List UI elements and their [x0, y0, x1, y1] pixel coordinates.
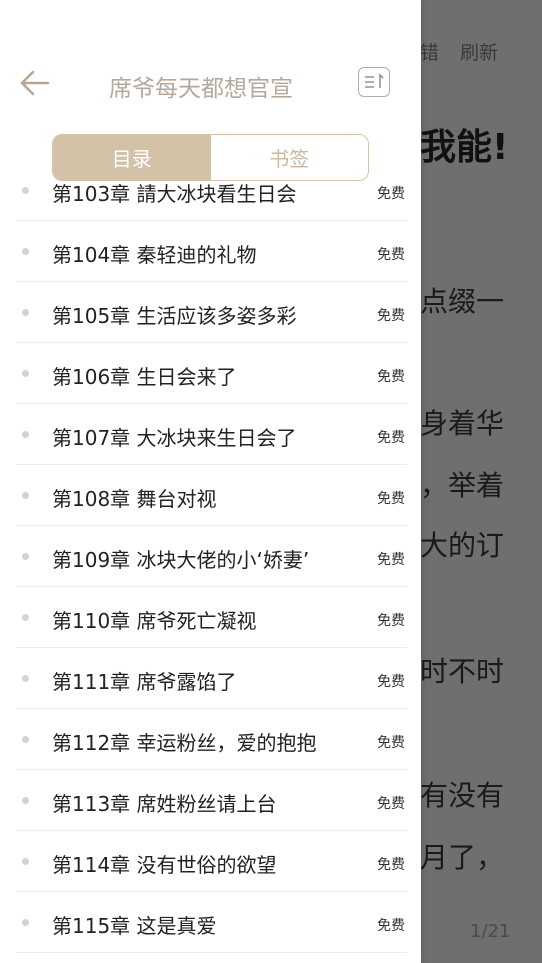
free-badge: 免费	[377, 552, 405, 568]
chapter-row[interactable]: 第104章 秦轻迪的礼物 免费	[16, 221, 407, 282]
chapter-title: 第115章 这是真爱	[52, 914, 217, 938]
chapter-row[interactable]: 第106章 生日会来了 免费	[16, 343, 407, 404]
tab-contents[interactable]: 目录	[53, 135, 211, 180]
chapter-list[interactable]: 第103章 請大冰块看生日会 免费 第104章 秦轻迪的礼物 免费 第105章 生活应该…	[16, 183, 407, 963]
chapter-row[interactable]: 第114章 没有世俗的欲望 免费	[16, 831, 407, 892]
chapter-row[interactable]: 第115章 这是真爱 免费	[16, 892, 407, 953]
reader-line: 有没有	[420, 779, 505, 812]
reader-line: 时不时	[420, 655, 505, 688]
chapter-title: 第108章 舞台对视	[52, 487, 217, 511]
bullet-dot-icon	[22, 675, 29, 682]
chapter-title: 第103章 請大冰块看生日会	[52, 183, 297, 206]
chapter-title: 第111章 席爷露馅了	[52, 670, 237, 694]
bullet-dot-icon	[22, 309, 29, 316]
free-badge: 免费	[377, 918, 405, 934]
bullet-dot-icon	[22, 248, 29, 255]
bullet-dot-icon	[22, 553, 29, 560]
report-error-link[interactable]: 错	[420, 38, 439, 65]
free-badge: 免费	[377, 491, 405, 507]
free-badge: 免费	[377, 308, 405, 324]
back-arrow-icon[interactable]	[18, 66, 52, 100]
chapter-row[interactable]: 第112章 幸运粉丝，爱的抱抱 免费	[16, 709, 407, 770]
chapter-title: 第114章 没有世俗的欲望	[52, 853, 277, 877]
free-badge: 免费	[377, 613, 405, 629]
chapter-title: 第110章 席爷死亡凝视	[52, 609, 257, 633]
bullet-dot-icon	[22, 919, 29, 926]
chapter-row[interactable]: 第113章 席姓粉丝请上台 免费	[16, 770, 407, 831]
bullet-dot-icon	[22, 431, 29, 438]
chapter-title: 第104章 秦轻迪的礼物	[52, 243, 257, 267]
reader-line: 大的订	[420, 529, 505, 562]
chapter-row[interactable]: 第111章 席爷露馅了 免费	[16, 648, 407, 709]
chapter-title: 第105章 生活应该多姿多彩	[52, 304, 297, 328]
chapter-title: 第107章 大冰块来生日会了	[52, 426, 297, 450]
chapter-title: 第109章 冰块大佬的小‘娇妻’	[52, 548, 310, 572]
drawer-tabs: 目录 书签	[52, 134, 369, 181]
free-badge: 免费	[377, 796, 405, 812]
chapter-title: 第106章 生日会来了	[52, 365, 237, 389]
reader-line: 月了，	[420, 841, 505, 874]
free-badge: 免费	[377, 369, 405, 385]
free-badge: 免费	[377, 857, 405, 873]
tab-bookmarks[interactable]: 书签	[210, 135, 368, 180]
chapter-row[interactable]: 第103章 請大冰块看生日会 免费	[16, 183, 407, 221]
bullet-dot-icon	[22, 614, 29, 621]
chapter-row[interactable]: 第109章 冰块大佬的小‘娇妻’ 免费	[16, 526, 407, 587]
chapter-heading: 我能!	[420, 127, 509, 168]
refresh-link[interactable]: 刷新	[460, 38, 498, 65]
chapter-drawer: 席爷每天都想官宣 目录 书签 第103章 請大冰块看生日会 免费 第104章 秦轻迪…	[0, 0, 421, 963]
reader-line: ，举着	[420, 469, 505, 502]
bullet-dot-icon	[22, 858, 29, 865]
bullet-dot-icon	[22, 187, 29, 194]
free-badge: 免费	[377, 674, 405, 690]
page-indicator: 1/21	[470, 921, 511, 942]
sort-order-icon[interactable]	[358, 67, 390, 97]
free-badge: 免费	[377, 186, 405, 202]
chapter-row[interactable]: 第105章 生活应该多姿多彩 免费	[16, 282, 407, 343]
chapter-title: 第113章 席姓粉丝请上台	[52, 792, 277, 816]
free-badge: 免费	[377, 247, 405, 263]
book-title: 席爷每天都想官宣	[109, 76, 293, 102]
reader-line: 身着华	[420, 407, 505, 440]
free-badge: 免费	[377, 735, 405, 751]
chapter-row[interactable]: 第108章 舞台对视 免费	[16, 465, 407, 526]
chapter-row[interactable]: 第110章 席爷死亡凝视 免费	[16, 587, 407, 648]
bullet-dot-icon	[22, 736, 29, 743]
free-badge: 免费	[377, 430, 405, 446]
bullet-dot-icon	[22, 492, 29, 499]
chapter-row[interactable]: 第107章 大冰块来生日会了 免费	[16, 404, 407, 465]
bullet-dot-icon	[22, 797, 29, 804]
reader-line: 点缀一	[420, 285, 505, 318]
bullet-dot-icon	[22, 370, 29, 377]
chapter-title: 第112章 幸运粉丝，爱的抱抱	[52, 731, 317, 755]
